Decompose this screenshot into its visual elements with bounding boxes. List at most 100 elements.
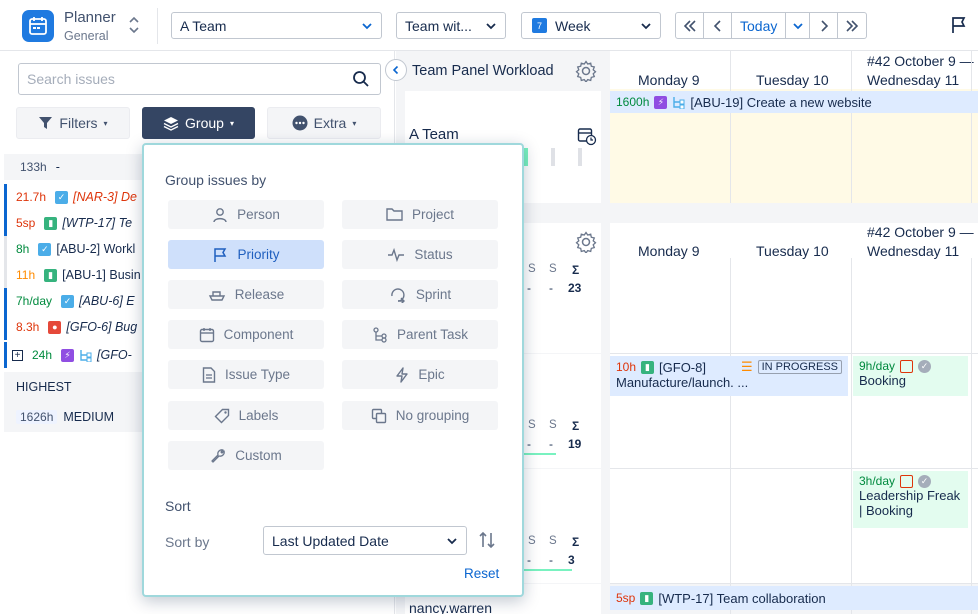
- list-item[interactable]: 5sp ▮ [WTP-17] Te: [4, 210, 144, 236]
- user-name: nancy.warren: [409, 600, 493, 614]
- chevron-down-icon[interactable]: [786, 13, 811, 38]
- folder-icon: [386, 208, 403, 221]
- chevron-right-icon[interactable]: [810, 13, 839, 38]
- double-chevron-right-icon[interactable]: [838, 13, 866, 38]
- group-option-status[interactable]: Status: [342, 240, 498, 269]
- option-label: Project: [411, 207, 455, 222]
- document-icon: [202, 366, 216, 383]
- group-header-medium[interactable]: 1626h MEDIUM: [4, 402, 144, 432]
- collapse-panel-button[interactable]: [385, 59, 407, 81]
- group-label: MEDIUM: [63, 410, 115, 424]
- chevron-left-icon: [392, 65, 399, 75]
- dash: -: [527, 437, 531, 451]
- person-icon: [213, 207, 227, 222]
- search-icon[interactable]: [352, 70, 370, 88]
- list-total-row[interactable]: 133h -: [4, 154, 144, 180]
- grid-line: [610, 353, 978, 354]
- capacity-line: [524, 569, 572, 571]
- group-option-issue-type[interactable]: Issue Type: [168, 360, 324, 389]
- week-calendar-icon: 7: [532, 18, 547, 33]
- filter-icon: [39, 117, 53, 129]
- option-label: Person: [237, 207, 280, 222]
- group-option-release[interactable]: Release: [168, 280, 324, 309]
- double-chevron-left-icon[interactable]: [676, 13, 704, 38]
- group-option-labels[interactable]: Labels: [168, 401, 324, 430]
- flag-icon: [214, 247, 227, 262]
- sum-symbol: Σ: [572, 535, 580, 549]
- task-card[interactable]: 3h/day ✓ Leadership Freak | Booking: [853, 471, 968, 528]
- sort-by-select[interactable]: Last Updated Date: [263, 526, 467, 555]
- group-option-no-grouping[interactable]: No grouping: [342, 401, 498, 430]
- option-label: Release: [234, 287, 285, 302]
- dash: -: [549, 437, 553, 451]
- day-header-wednesday: Wednesday 11: [867, 243, 960, 259]
- option-label: Status: [414, 247, 453, 262]
- task-hours: 3h/day: [859, 474, 896, 488]
- task-bar[interactable]: 5sp ▮ [WTP-17] Team collaboration: [610, 586, 978, 610]
- verified-badge-icon: ✓: [918, 474, 932, 488]
- option-label: Labels: [238, 408, 279, 423]
- task-card[interactable]: 9h/day ✓ Booking: [853, 356, 968, 396]
- grid-line: [971, 258, 972, 614]
- list-item[interactable]: 11h ▮ [ABU-1] Busin: [4, 262, 144, 288]
- gear-icon[interactable]: [575, 60, 597, 82]
- chevron-left-icon[interactable]: [704, 13, 732, 38]
- sort-direction-icon[interactable]: [478, 530, 496, 550]
- sunday-label: S: [549, 535, 557, 547]
- group-option-sprint[interactable]: Sprint: [342, 280, 498, 309]
- gear-icon[interactable]: [575, 231, 597, 253]
- day-header-tuesday: Tuesday 10: [756, 243, 829, 259]
- subtask-icon: [80, 349, 92, 362]
- chevron-down-icon: [641, 23, 651, 30]
- workload-bar: [578, 148, 582, 166]
- today-button[interactable]: Today: [732, 13, 787, 38]
- group-header-highest[interactable]: HIGHEST: [4, 372, 144, 402]
- view-select[interactable]: Team wit...: [396, 12, 506, 39]
- group-option-parent-task[interactable]: Parent Task: [342, 320, 498, 349]
- period-select[interactable]: 7 Week: [521, 12, 661, 39]
- sum-total: 23: [568, 281, 582, 295]
- extra-button[interactable]: Extra ▾: [267, 107, 381, 139]
- bolt-icon: [396, 366, 409, 383]
- group-option-component[interactable]: Component: [168, 320, 324, 349]
- flag-icon[interactable]: [950, 16, 968, 37]
- list-item[interactable]: 8.3h ● [GFO-6] Bug: [4, 314, 144, 340]
- planner-calendar-icon[interactable]: [22, 10, 54, 42]
- group-option-epic[interactable]: Epic: [342, 360, 498, 389]
- calendar-clock-icon[interactable]: [577, 126, 597, 146]
- sort-by-label: Sort by: [165, 534, 210, 550]
- grid-line: [851, 258, 852, 614]
- filters-button[interactable]: Filters ▾: [16, 107, 130, 139]
- item-hours: 5sp: [16, 216, 36, 230]
- total-suffix: -: [55, 160, 60, 174]
- group-option-project[interactable]: Project: [342, 200, 498, 229]
- row-indicator: [4, 236, 7, 262]
- team-select[interactable]: A Team: [171, 12, 382, 39]
- popup-title: Group issues by: [165, 172, 267, 188]
- list-item[interactable]: 8h ✓ [ABU-2] Workl: [4, 236, 144, 262]
- group-option-priority[interactable]: Priority: [168, 240, 324, 269]
- option-label: No grouping: [395, 408, 470, 423]
- dash: -: [549, 553, 553, 567]
- search-input[interactable]: [27, 65, 347, 93]
- list-item[interactable]: + 24h ⚡ [GFO-: [4, 342, 144, 368]
- row-indicator: [4, 210, 7, 236]
- list-item[interactable]: 7h/day ✓ [ABU-6] E: [4, 288, 144, 314]
- tag-icon: [214, 408, 229, 423]
- group-option-person[interactable]: Person: [168, 200, 324, 229]
- status-badge: IN PROGRESS: [757, 360, 842, 374]
- task-card[interactable]: 10h ▮ [GFO-8] ☰ IN PROGRESS Manufacture/…: [610, 356, 848, 396]
- app-switcher-icon[interactable]: [128, 15, 140, 38]
- list-item[interactable]: 21.7h ✓ [NAR-3] De: [4, 184, 144, 210]
- pulse-icon: [388, 247, 405, 262]
- group-button[interactable]: Group ▾: [142, 107, 255, 139]
- week-header: #42 October 9 —: [867, 53, 974, 69]
- dash: -: [527, 553, 531, 567]
- task-label: Leadership Freak: [859, 488, 961, 503]
- reset-link[interactable]: Reset: [464, 566, 499, 581]
- group-option-custom[interactable]: Custom: [168, 441, 324, 470]
- task-bar[interactable]: 1600h ⚡ [ABU-19] Create a new website: [610, 91, 978, 113]
- sprint-icon: [391, 287, 405, 303]
- item-key: [ABU-2] Workl: [56, 242, 136, 256]
- expand-plus-icon[interactable]: +: [12, 349, 23, 361]
